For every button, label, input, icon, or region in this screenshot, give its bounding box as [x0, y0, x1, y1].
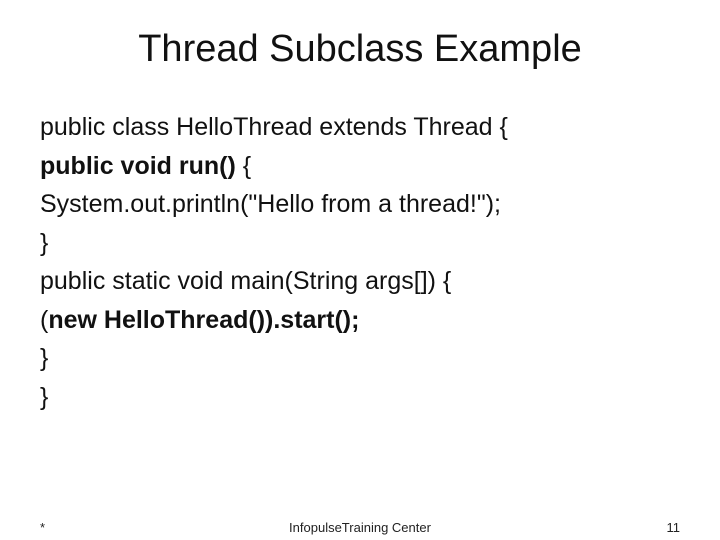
slide-body: public class HelloThread extends Thread … — [40, 110, 680, 418]
code-line: } — [40, 226, 680, 261]
footer-page-number: 11 — [667, 520, 681, 535]
code-text: { — [236, 152, 251, 180]
code-line: System.out.println("Hello from a thread!… — [40, 187, 680, 222]
footer-center: InfopulseTraining Center — [0, 520, 720, 535]
code-line: } — [40, 380, 680, 415]
code-bold: public void run() — [40, 152, 236, 180]
code-line: public class HelloThread extends Thread … — [40, 110, 680, 145]
code-line: public void run() { — [40, 149, 680, 184]
code-line: } — [40, 341, 680, 376]
code-line: public static void main(String args[]) { — [40, 264, 680, 299]
code-bold: new HelloThread()).start(); — [48, 306, 359, 334]
code-line: (new HelloThread()).start(); — [40, 303, 680, 338]
slide: Thread Subclass Example public class Hel… — [0, 0, 720, 540]
slide-title: Thread Subclass Example — [0, 0, 720, 71]
